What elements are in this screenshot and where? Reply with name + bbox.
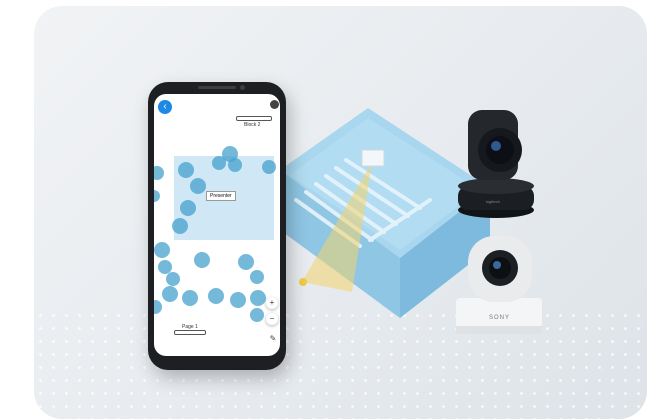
seat-dot[interactable] <box>212 156 226 170</box>
seat-dot[interactable] <box>178 162 194 178</box>
seat-dot[interactable] <box>238 254 254 270</box>
seat-dot[interactable] <box>250 308 264 322</box>
seat-dot[interactable] <box>182 290 198 306</box>
stage-marker-top <box>236 116 272 121</box>
seat-dot[interactable] <box>154 166 164 180</box>
phone-screen: ‹ Block 2 Presenter + − ✎ Page 1 <box>154 94 280 356</box>
presenter-label: Presenter <box>206 191 236 201</box>
pencil-icon[interactable]: ✎ <box>268 334 278 344</box>
phone-front-camera <box>240 85 245 90</box>
sony-logo: SONY <box>489 315 511 321</box>
seat-dot[interactable] <box>180 200 196 216</box>
seat-dot[interactable] <box>230 292 246 308</box>
seat-dot[interactable] <box>250 290 266 306</box>
logitech-logo: logitech <box>486 199 500 204</box>
zoom-out-button[interactable]: − <box>266 313 278 325</box>
hero-illustration: SONY logitech ‹ Block 2 Presenter + − ✎ … <box>0 0 647 419</box>
seat-dot[interactable] <box>162 286 178 302</box>
seat-dot[interactable] <box>190 178 206 194</box>
stage-marker-bottom <box>174 330 206 335</box>
seat-dot[interactable] <box>194 252 210 268</box>
seat-dot[interactable] <box>154 242 170 258</box>
zoom-in-button[interactable]: + <box>266 297 278 309</box>
seat-dot[interactable] <box>250 270 264 284</box>
seat-dot[interactable] <box>154 190 160 202</box>
camera-origin-marker <box>299 278 307 286</box>
seat-dot[interactable] <box>172 218 188 234</box>
smartphone: ‹ Block 2 Presenter + − ✎ Page 1 <box>148 82 286 370</box>
seat-dot[interactable] <box>262 160 276 174</box>
stage-label-top: Block 2 <box>244 122 261 128</box>
seat-dot[interactable] <box>154 300 162 314</box>
seat-dot[interactable] <box>228 158 242 172</box>
seat-dot[interactable] <box>208 288 224 304</box>
back-button[interactable]: ‹ <box>158 100 172 114</box>
phone-speaker <box>198 86 236 89</box>
podium <box>361 149 385 167</box>
scene-illustration <box>280 108 542 334</box>
camera-toggle-icon[interactable] <box>270 100 279 109</box>
seat-dot[interactable] <box>166 272 180 286</box>
